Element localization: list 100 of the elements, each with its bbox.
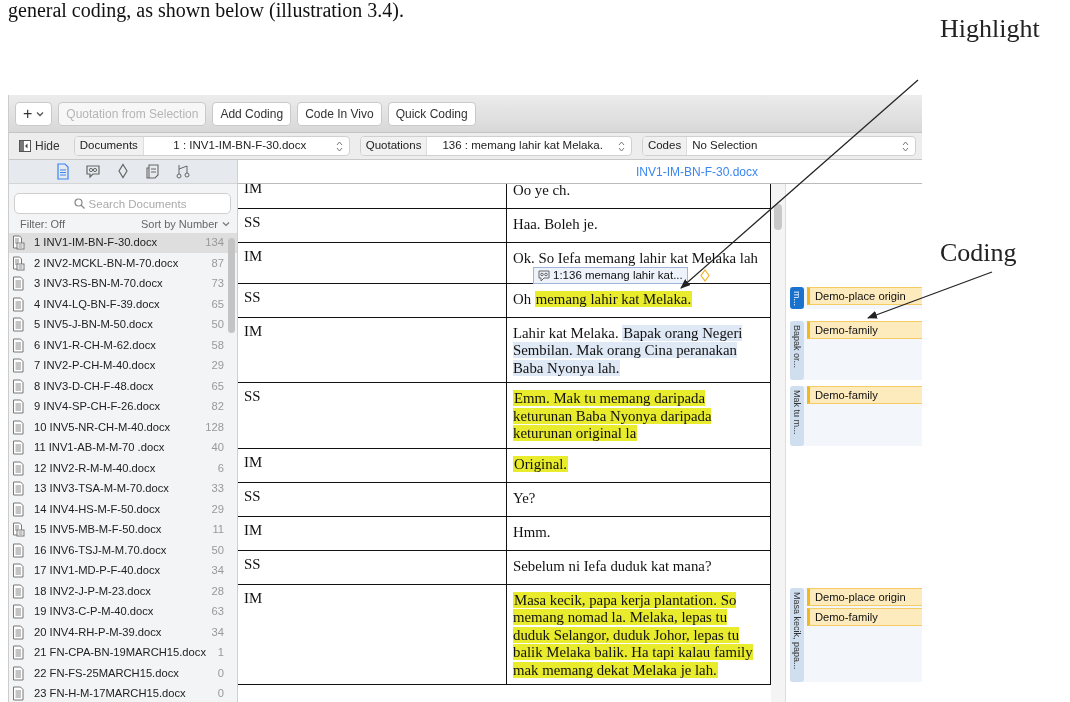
document-icon [12, 378, 25, 394]
document-item[interactable]: 6 INV1-R-CH-M-62.docx 58 [9, 335, 237, 356]
document-item[interactable]: 16 INV6-TSJ-M-M.70.docx 50 [9, 540, 237, 561]
transcript-text: Oh memang lahir kat Melaka. [513, 290, 694, 308]
document-item[interactable]: 13 INV3-TSA-M-M-70.docx 33 [9, 478, 237, 499]
document-item[interactable]: 2 INV2-MCKL-BN-M-70.docx 87 [9, 253, 237, 274]
document-icon [12, 501, 25, 517]
toolbar-button[interactable]: Add Coding [212, 101, 292, 126]
callout-label: Coding [940, 238, 1017, 268]
document-item[interactable]: 23 FN-H-M-17MARCH15.docx 0 [9, 683, 237, 702]
speaker-cell: IM [238, 516, 507, 551]
code-tag[interactable]: Demo-family [807, 320, 922, 339]
code-icon [700, 269, 710, 282]
document-icon [12, 563, 25, 579]
speaker-cell: SS [238, 209, 507, 243]
add-menu-button[interactable]: + [15, 101, 53, 126]
toolbar-button[interactable]: Code In Vivo [297, 101, 382, 126]
document-icon [12, 665, 25, 681]
document-item[interactable]: 19 INV3-C-P-M-40.docx 63 [9, 601, 237, 622]
updown-icon [335, 140, 343, 152]
document-item[interactable]: 7 INV2-P-CH-M-40.docx 29 [9, 355, 237, 376]
document-icon [12, 645, 25, 661]
sort-menu[interactable]: Sort by Number [140, 216, 230, 233]
quotation-tab[interactable]: m... [790, 286, 804, 309]
speaker-cell: IM [238, 317, 507, 383]
document-icon [12, 296, 25, 312]
speaker-cell: SS [238, 550, 507, 585]
documents-icon[interactable] [55, 163, 71, 180]
networks-icon[interactable] [175, 163, 191, 180]
scrollbar-thumb[interactable] [774, 204, 782, 230]
updown-icon [902, 140, 909, 152]
document-icon [12, 276, 25, 292]
quotation-tab[interactable]: Mak tu m... [790, 386, 804, 446]
document-icon [12, 399, 25, 415]
scrollbar-thumb[interactable] [228, 238, 235, 333]
transcript-text: Oo ye ch. [513, 184, 572, 200]
transcript-text: Original. [513, 455, 570, 473]
code-tag[interactable]: Demo-place origin [807, 286, 922, 305]
document-item[interactable]: 15 INV5-MB-M-F-50.docx 11 [9, 519, 237, 540]
speaker-cell: SS [238, 283, 507, 318]
document-icon [12, 337, 25, 353]
speaker-cell: IM [238, 184, 507, 209]
speaker-cell: SS [238, 383, 507, 449]
speaker-cell: IM [238, 584, 507, 685]
document-item[interactable]: 17 INV1-MD-P-F-40.docx 34 [9, 560, 237, 581]
document-icon [12, 604, 25, 620]
caption-text: general coding, as shown below (illustration 3.4). [8, 0, 405, 20]
selector-dropdown[interactable]: Quotations 136 : memang lahir kat Melaka. [359, 136, 632, 156]
selector-dropdown[interactable]: Documents 1 : INV1-IM-BN-F-30.docx [73, 136, 350, 156]
sidebar-toggle-icon [19, 140, 31, 152]
document-icon [12, 583, 25, 599]
document-item[interactable]: 8 INV3-D-CH-F-48.docx 65 [9, 376, 237, 397]
code-tag[interactable]: Demo-place origin [807, 587, 922, 606]
document-icon [12, 235, 25, 251]
document-icon [12, 358, 25, 374]
document-icon [12, 481, 25, 497]
transcript-text: Hmm. [513, 523, 552, 541]
transcript-text: Sebelum ni Iefa duduk kat mana? [513, 557, 713, 575]
transcript-text: Masa kecik, papa kerja plantation. So memang nomad la. Melaka, lepas tu duduk Selangor, duduk Johor, lepas tu balik Melaka balik. Ha tapi kalau family mak memang dekat Melaka je lah. [513, 591, 754, 679]
code-tag[interactable]: Demo-family [807, 607, 922, 626]
quotation-tab[interactable]: Masa kecik, papa... [790, 587, 804, 682]
callout-label: Highlight [940, 14, 1040, 44]
document-item[interactable]: 20 INV4-RH-P-M-39.docx 34 [9, 622, 237, 643]
document-item[interactable]: 22 FN-FS-25MARCH15.docx 0 [9, 663, 237, 684]
search-field[interactable]: Search Documents [14, 193, 231, 214]
document-item[interactable]: 9 INV4-SP-CH-F-26.docx 82 [9, 396, 237, 417]
document-icon [12, 419, 25, 435]
document-item[interactable]: 18 INV2-J-P-M-23.docx 28 [9, 581, 237, 602]
document-item[interactable]: 1 INV1-IM-BN-F-30.docx 134 [9, 232, 237, 253]
quotation-tooltip[interactable]: 1:136 memang lahir kat... [533, 267, 688, 284]
document-icon [12, 317, 25, 333]
document-icon [12, 624, 25, 640]
transcript-text: Haa. Boleh je. [513, 216, 599, 234]
caret-icon [222, 221, 230, 228]
transcript-text: Ye? [513, 489, 537, 507]
quotations-icon[interactable] [85, 163, 101, 180]
document-item[interactable]: 21 FN-CPA-BN-19MARCH15.docx 1 [9, 642, 237, 663]
code-tag[interactable]: Demo-family [807, 386, 922, 404]
speaker-cell: IM [238, 243, 507, 284]
quotation-tab[interactable]: Bapak or... [790, 320, 804, 380]
scrollbar-track[interactable] [771, 184, 786, 702]
document-item[interactable]: 4 INV4-LQ-BN-F-39.docx 65 [9, 294, 237, 315]
document-title: INV1-IM-BN-F-30.docx [635, 163, 758, 181]
toolbar-button[interactable]: Quick Coding [387, 101, 476, 126]
speaker-cell: SS [238, 482, 507, 517]
document-item[interactable]: 11 INV1-AB-M-M-70 .docx 40 [9, 437, 237, 458]
filter-label[interactable]: Filter: Off [20, 216, 66, 233]
speaker-cell: IM [238, 448, 507, 483]
selector-dropdown[interactable]: Codes No Selection [641, 136, 916, 156]
document-item[interactable]: 3 INV3-RS-BN-M-70.docx 73 [9, 273, 237, 294]
memos-icon[interactable] [145, 163, 161, 180]
document-icon [12, 542, 25, 558]
hide-button[interactable]: Hide [15, 136, 64, 156]
document-item[interactable]: 10 INV5-NR-CH-M-40.docx 128 [9, 417, 237, 438]
updown-icon [617, 140, 625, 152]
document-item[interactable]: 5 INV5-J-BN-M-50.docx 50 [9, 314, 237, 335]
document-item[interactable]: 14 INV4-HS-M-F-50.docx 29 [9, 499, 237, 520]
document-icon [12, 522, 25, 538]
caret-icon [36, 110, 45, 117]
document-item[interactable]: 12 INV2-R-M-M-40.docx 6 [9, 458, 237, 479]
